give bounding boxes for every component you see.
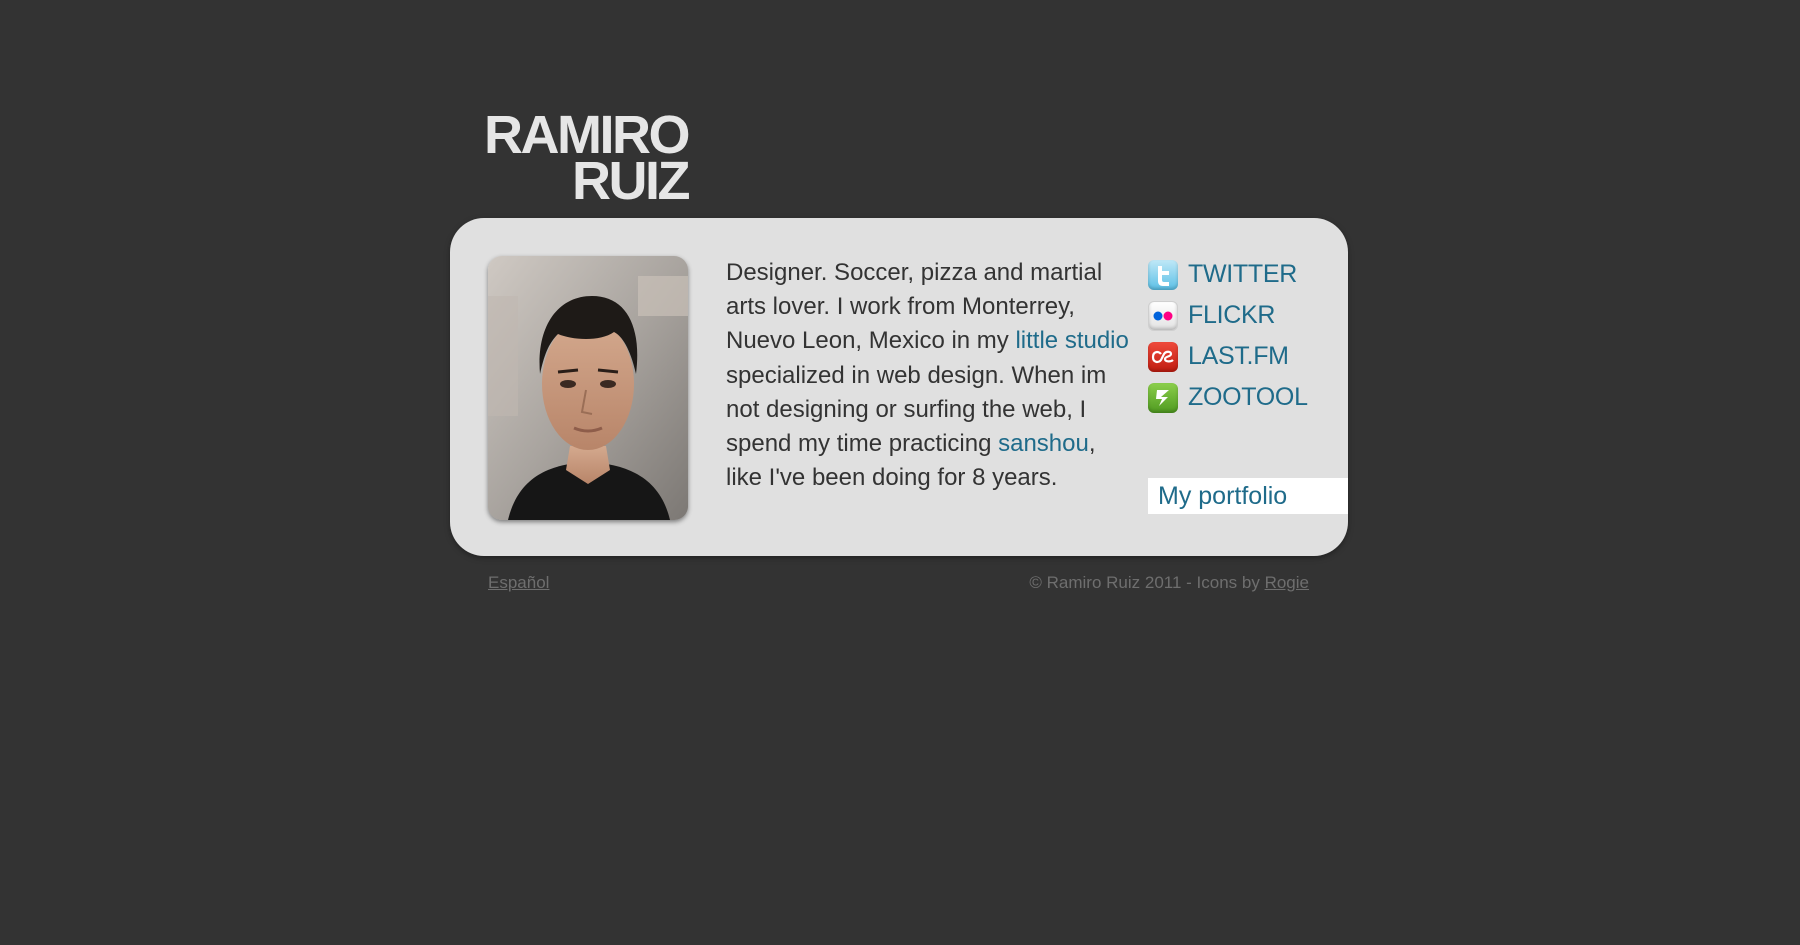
rogie-link[interactable]: Rogie xyxy=(1265,573,1309,592)
sanshou-link[interactable]: sanshou xyxy=(998,430,1089,457)
portfolio-button[interactable]: My portfolio xyxy=(1148,478,1348,514)
social-item-lastfm: LAST.FM xyxy=(1148,336,1308,377)
page: RAMIRO RUIZ Designer. Soccer, pizza and … xyxy=(0,0,1800,945)
lastfm-icon[interactable] xyxy=(1148,341,1178,372)
flickr-link[interactable]: FLICKR xyxy=(1188,301,1275,330)
social-item-flickr: FLICKR xyxy=(1148,295,1308,336)
bio-text: Designer. Soccer, pizza and martial arts… xyxy=(726,256,1136,495)
copyright-text: © Ramiro Ruiz 2011 - Icons by xyxy=(1029,573,1265,592)
little-studio-link[interactable]: little studio xyxy=(1015,327,1128,354)
site-logo: RAMIRO RUIZ xyxy=(460,108,690,208)
flickr-icon[interactable] xyxy=(1148,300,1178,331)
zootool-icon[interactable] xyxy=(1148,382,1178,413)
social-item-twitter: TWITTER xyxy=(1148,254,1308,295)
footer-credits: © Ramiro Ruiz 2011 - Icons by Rogie xyxy=(1029,573,1309,593)
twitter-icon[interactable] xyxy=(1148,259,1178,290)
language-link[interactable]: Español xyxy=(488,573,549,593)
profile-photo xyxy=(488,256,688,520)
social-item-zootool: ZOOTOOL xyxy=(1148,377,1308,418)
twitter-link[interactable]: TWITTER xyxy=(1188,260,1297,289)
profile-card: Designer. Soccer, pizza and martial arts… xyxy=(450,218,1348,556)
lastfm-link[interactable]: LAST.FM xyxy=(1188,342,1289,371)
social-links: TWITTER FLICKR LAST.FM ZOOTOOL xyxy=(1148,254,1308,418)
zootool-link[interactable]: ZOOTOOL xyxy=(1188,383,1308,412)
